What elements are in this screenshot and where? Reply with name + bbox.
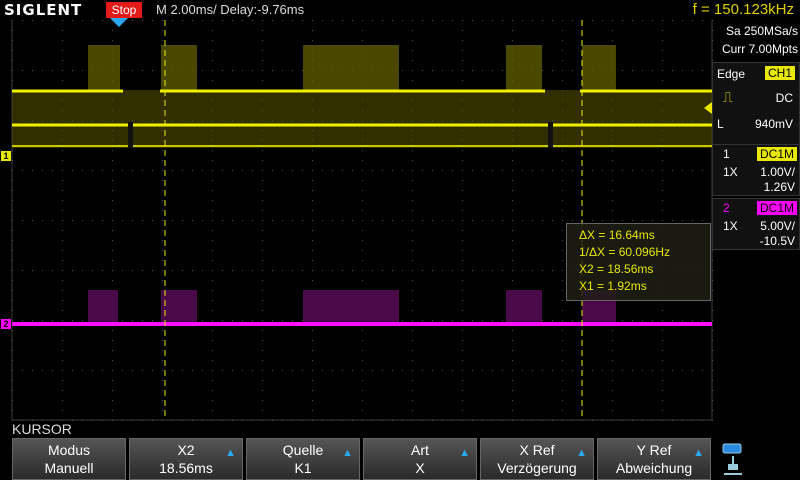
ch1-number: 1	[723, 147, 730, 161]
ch1-offset: 1.26V	[763, 180, 795, 194]
softkey-y-ref[interactable]: Y Ref Abweichung ▲	[597, 438, 711, 480]
up-arrow-icon: ▲	[693, 447, 704, 459]
sample-rate: Sa 250MSa/s	[725, 24, 798, 38]
trigger-coupling: DC	[775, 91, 793, 105]
cursor-x1-value: X1 = 1.92ms	[579, 279, 647, 293]
ch1-ground-marker[interactable]: 1	[1, 151, 11, 161]
memory-depth: Curr 7.00Mpts	[721, 42, 798, 56]
up-arrow-icon: ▲	[576, 447, 587, 459]
cursor-delta-x: ΔX = 16.64ms	[579, 228, 655, 242]
trigger-panel[interactable]: Edge CH1 ⎍ DC L 940mV	[712, 62, 800, 152]
trigger-source: CH1	[764, 66, 795, 80]
ch1-scale: 1.00V/	[760, 165, 795, 179]
up-arrow-icon: ▲	[342, 447, 353, 459]
softkey-type[interactable]: Art X ▲	[363, 438, 477, 480]
up-arrow-icon: ▲	[225, 447, 236, 459]
softkey-source[interactable]: Quelle K1 ▲	[246, 438, 360, 480]
trigger-level-label: L	[717, 117, 724, 131]
softkey-bar: Modus Manuell X2 18.56ms ▲ Quelle K1 ▲ A…	[12, 438, 712, 480]
ch2-number: 2	[723, 201, 730, 215]
ch2-info-panel[interactable]: 2 DC1M 1X 5.00V/ -10.5V	[712, 198, 800, 250]
ch1-waveform	[12, 45, 712, 148]
ch2-probe: 1X	[723, 219, 738, 233]
cursor-readout: ΔX = 16.64ms 1/ΔX = 60.096Hz X2 = 18.56m…	[566, 223, 711, 301]
cursor-inverse-delta-x: 1/ΔX = 60.096Hz	[579, 245, 671, 259]
network-status-icon	[722, 443, 742, 475]
up-arrow-icon: ▲	[459, 447, 470, 459]
softkey-mode[interactable]: Modus Manuell	[12, 438, 126, 480]
trigger-level: 940mV	[754, 117, 793, 131]
ch2-coupling: DC1M	[756, 201, 797, 215]
softkey-x-ref[interactable]: X Ref Verzögerung ▲	[480, 438, 594, 480]
ch2-offset: -10.5V	[759, 234, 795, 248]
ch1-probe: 1X	[723, 165, 738, 179]
ch1-coupling: DC1M	[756, 147, 797, 161]
rising-edge-icon: ⎍	[723, 89, 733, 105]
menu-title: KURSOR	[12, 421, 72, 437]
right-info-panel: Sa 250MSa/s Curr 7.00Mpts Edge CH1 ⎍ DC …	[712, 20, 800, 420]
ch2-ground-marker[interactable]: 2	[1, 319, 11, 329]
trigger-type: Edge	[717, 67, 746, 81]
softkey-x2[interactable]: X2 18.56ms ▲	[129, 438, 243, 480]
cursor-x2-value: X2 = 18.56ms	[579, 262, 654, 276]
ch2-scale: 5.00V/	[760, 219, 795, 233]
ch1-info-panel[interactable]: 1 DC1M 1X 1.00V/ 1.26V	[712, 144, 800, 196]
